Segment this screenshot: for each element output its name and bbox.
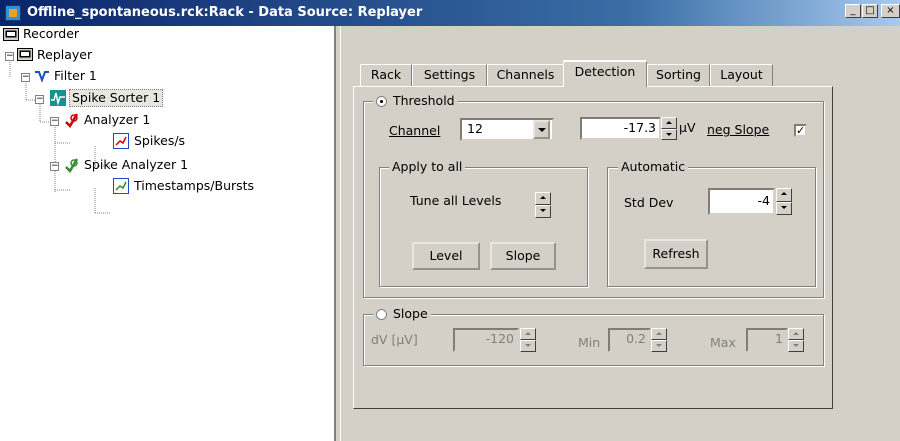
slope-radio-indicator [376, 309, 387, 320]
automatic-label: Automatic [618, 159, 689, 175]
unit-label: µV [679, 120, 696, 135]
tree-label-spike-sorter: Spike Sorter 1 [69, 89, 164, 107]
dv-label: dV [µV] [371, 332, 418, 347]
apply-to-all-label: Apply to all [389, 159, 466, 175]
max-spinner[interactable] [788, 328, 804, 352]
analyzer-icon [65, 113, 79, 128]
chevron-down-icon[interactable] [533, 120, 550, 139]
maximize-button[interactable]: □ [862, 4, 878, 18]
std-dev-label: Std Dev [624, 195, 674, 210]
dv-input[interactable]: -120 [453, 328, 519, 352]
tab-sorting[interactable]: Sorting [647, 64, 710, 86]
collapse-icon[interactable]: − [5, 52, 14, 61]
spike-sorter-icon [50, 90, 66, 106]
app-icon [5, 5, 21, 21]
dv-spinner[interactable] [520, 328, 536, 352]
tab-channels[interactable]: Channels [487, 64, 564, 86]
threshold-label: Threshold [393, 93, 455, 108]
neg-slope-checkbox[interactable]: ✓ [794, 124, 807, 137]
automatic-group [607, 167, 816, 287]
neg-slope-label: neg Slope [707, 122, 770, 137]
tab-detection[interactable]: Detection [563, 60, 647, 87]
threshold-radio-indicator [376, 96, 387, 107]
tree-panel: Recorder − Replayer − Filter 1 − Spike S… [0, 26, 336, 441]
channel-label: Channel [389, 123, 441, 138]
refresh-button[interactable]: Refresh [644, 239, 708, 269]
tree-label-analyzer: Analyzer 1 [84, 112, 151, 127]
max-label: Max [710, 335, 736, 350]
close-button[interactable]: × [881, 4, 900, 18]
max-input[interactable]: 1 [746, 328, 788, 352]
tune-all-levels-label: Tune all Levels [410, 193, 502, 208]
threshold-level-spinner[interactable] [661, 117, 677, 140]
graph-icon [113, 133, 129, 149]
tab-settings[interactable]: Settings [412, 64, 487, 86]
threshold-radio[interactable]: Threshold [373, 93, 458, 109]
std-dev-spinner[interactable] [776, 188, 792, 215]
tree-lines [9, 62, 110, 214]
tree-label-timestamps: Timestamps/Bursts [134, 178, 255, 193]
recorder-icon [3, 28, 19, 41]
spike-analyzer-icon [65, 158, 79, 173]
level-button[interactable]: Level [412, 242, 480, 270]
replayer-icon [17, 48, 33, 61]
min-spinner[interactable] [651, 328, 667, 352]
threshold-level-input[interactable]: -17.3 [580, 117, 661, 140]
tree-label-spike-analyzer: Spike Analyzer 1 [84, 157, 189, 172]
min-input[interactable]: 0.2 [608, 328, 651, 352]
tab-layout[interactable]: Layout [710, 64, 773, 86]
collapse-icon[interactable]: − [21, 73, 30, 82]
std-dev-input[interactable]: -4 [708, 188, 775, 215]
tree-label-spikes: Spikes/s [134, 133, 186, 148]
collapse-icon[interactable]: − [50, 117, 59, 126]
window-title: Offline_spontaneous.rck:Rack - Data Sour… [27, 5, 423, 20]
tree-label-replayer: Replayer [37, 47, 93, 62]
collapse-icon[interactable]: − [35, 95, 44, 104]
graph-icon [113, 178, 129, 194]
tune-all-levels-spinner[interactable] [535, 192, 551, 218]
tree-label-filter: Filter 1 [54, 68, 97, 83]
minimize-button[interactable]: _ [845, 4, 861, 18]
slope-label: Slope [393, 306, 428, 321]
filter-icon [35, 71, 49, 83]
slope-button[interactable]: Slope [490, 242, 556, 270]
slope-radio[interactable]: Slope [373, 306, 431, 322]
title-bar: Offline_spontaneous.rck:Rack - Data Sour… [0, 0, 900, 26]
min-label: Min [578, 335, 601, 350]
tree-label-recorder: Recorder [23, 26, 80, 41]
apply-to-all-group [379, 167, 588, 287]
collapse-icon[interactable]: − [50, 162, 59, 171]
tab-rack[interactable]: Rack [360, 64, 412, 86]
